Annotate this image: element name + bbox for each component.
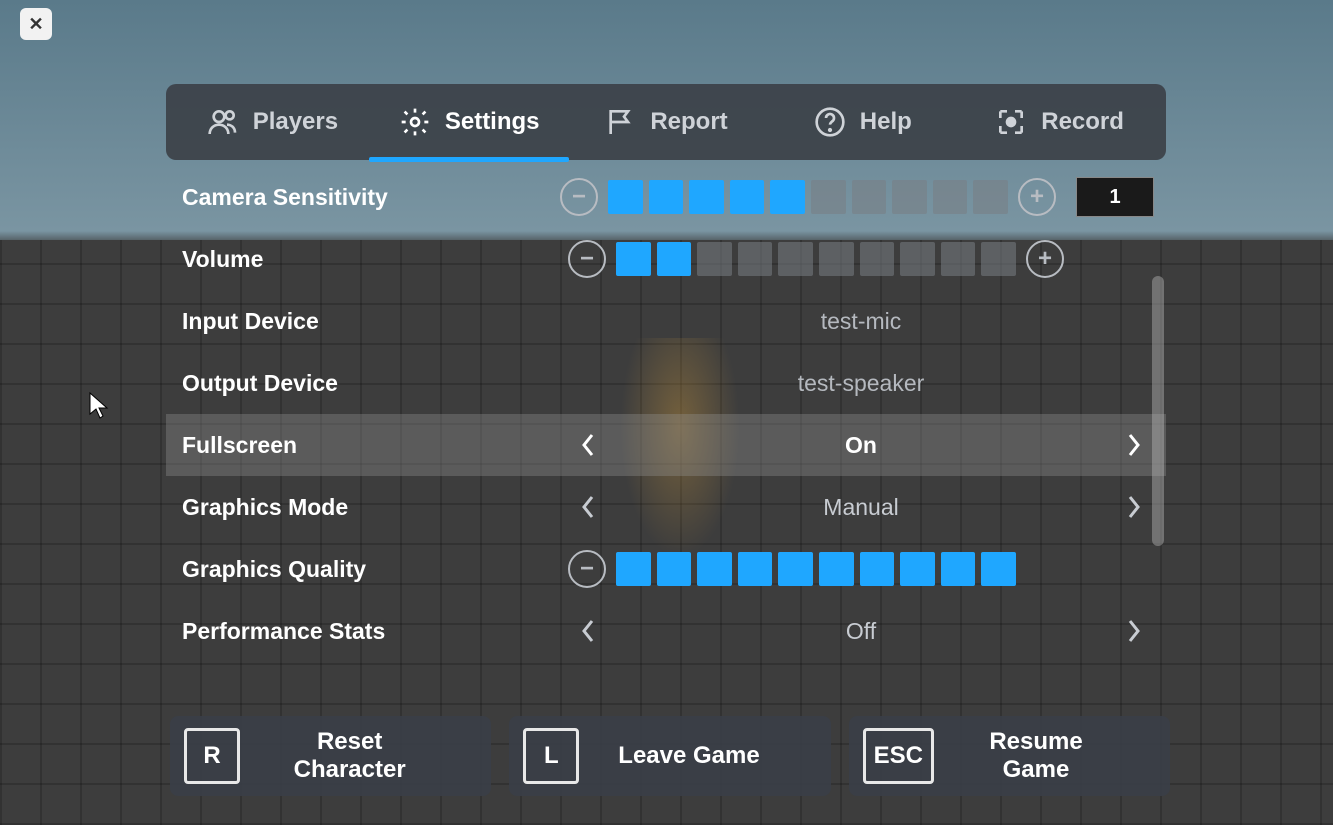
settings-panel: Camera Sensitivity − + Volume − + Input … [166,166,1166,686]
setting-label: Volume [178,246,568,273]
reset-character-button[interactable]: R Reset Character [170,716,491,796]
leave-game-button[interactable]: L Leave Game [509,716,830,796]
tab-record[interactable]: Record [961,84,1158,160]
setting-label: Fullscreen [178,432,568,459]
decrease-button[interactable]: − [560,178,598,216]
increase-button[interactable]: + [1026,240,1064,278]
prev-option-button[interactable] [568,611,608,651]
row-graphics-quality: Graphics Quality − [166,538,1166,600]
players-icon [207,106,239,138]
button-label: Leave Game [601,742,816,770]
prev-option-button[interactable] [568,487,608,527]
volume-bar[interactable] [616,242,1016,276]
tab-report[interactable]: Report [568,84,765,160]
footer-buttons: R Reset Character L Leave Game ESC Resum… [170,716,1170,796]
record-icon [995,106,1027,138]
setting-label: Performance Stats [178,618,568,645]
escape-menu: Players Settings Report Help Record Came… [166,84,1166,686]
input-device-value[interactable]: test-mic [568,308,1154,335]
setting-label: Graphics Quality [178,556,568,583]
setting-label: Camera Sensitivity [178,184,560,211]
row-volume: Volume − + [166,228,1166,290]
camera-sensitivity-input[interactable] [1076,177,1154,217]
gear-icon [399,106,431,138]
setting-label: Input Device [178,308,568,335]
row-graphics-mode: Graphics Mode Manual [166,476,1166,538]
next-option-button[interactable] [1114,487,1154,527]
tab-label: Players [253,108,338,136]
help-icon [814,106,846,138]
button-label: Resume Game [956,728,1156,784]
setting-label: Graphics Mode [178,494,568,521]
fullscreen-value: On [608,432,1114,459]
row-performance-stats: Performance Stats Off [166,600,1166,662]
tab-bar: Players Settings Report Help Record [166,84,1166,160]
decrease-button[interactable]: − [568,240,606,278]
decrease-button[interactable]: − [568,550,606,588]
key-hint: R [184,728,240,784]
graphics-quality-bar[interactable] [616,552,1016,586]
increase-button[interactable]: + [1018,178,1056,216]
camera-sensitivity-bar[interactable] [608,180,1008,214]
key-hint: L [523,728,579,784]
row-fullscreen: Fullscreen On [166,414,1166,476]
next-option-button[interactable] [1114,611,1154,651]
tab-settings[interactable]: Settings [371,84,568,160]
tab-label: Report [650,108,727,136]
graphics-mode-value: Manual [608,494,1114,521]
close-icon: ✕ [28,14,43,35]
settings-scrollbar[interactable] [1152,276,1164,546]
resume-game-button[interactable]: ESC Resume Game [849,716,1170,796]
performance-stats-value: Off [608,618,1114,645]
close-button[interactable]: ✕ [20,8,52,40]
flag-icon [604,106,636,138]
tab-label: Record [1041,108,1124,136]
tab-players[interactable]: Players [174,84,371,160]
row-output-device: Output Device test-speaker [166,352,1166,414]
prev-option-button[interactable] [568,425,608,465]
key-hint: ESC [863,728,934,784]
tab-help[interactable]: Help [764,84,961,160]
row-input-device: Input Device test-mic [166,290,1166,352]
tab-label: Settings [445,108,540,136]
output-device-value[interactable]: test-speaker [568,370,1154,397]
tab-label: Help [860,108,912,136]
row-camera-sensitivity: Camera Sensitivity − + [166,166,1166,228]
button-label: Reset Character [262,728,477,784]
setting-label: Output Device [178,370,568,397]
next-option-button[interactable] [1114,425,1154,465]
